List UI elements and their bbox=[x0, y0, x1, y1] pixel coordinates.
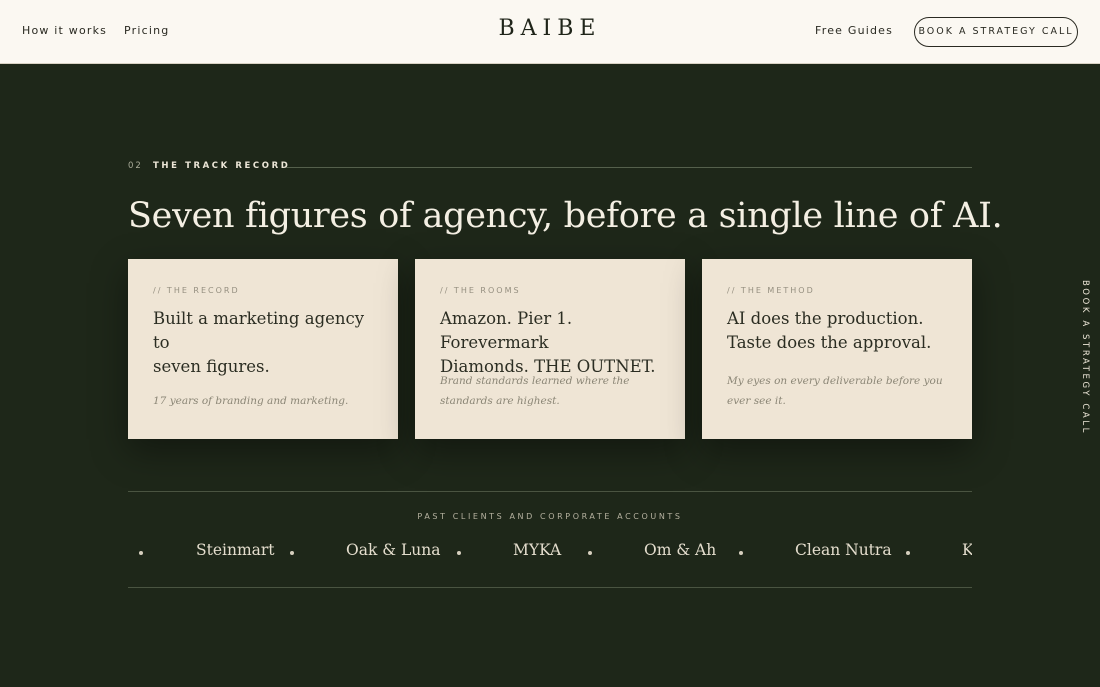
client-name: Oak & Luna bbox=[346, 541, 441, 559]
card-the-method: // THE METHOD AI does the production. Ta… bbox=[702, 259, 972, 439]
clients-bottom-divider bbox=[128, 587, 972, 588]
separator-dot bbox=[290, 551, 294, 555]
card-note: My eyes on every deliverable before you … bbox=[727, 375, 943, 407]
separator-dot bbox=[139, 551, 143, 555]
separator-dot bbox=[739, 551, 743, 555]
side-book-strategy-call-tab[interactable]: BOOK A STRATEGY CALL bbox=[1077, 280, 1091, 435]
card-note: Brand standards learned where the standa… bbox=[440, 375, 630, 407]
section-eyebrow-label: THE TRACK RECORD bbox=[153, 161, 291, 171]
clients-label: PAST CLIENTS AND CORPORATE ACCOUNTS bbox=[417, 512, 683, 521]
card-note: 17 years of branding and marketing. bbox=[153, 395, 349, 407]
site-header: How it works Pricing BAIBE Free Guides B… bbox=[0, 0, 1100, 64]
card-title-line: AI does the production. bbox=[727, 309, 924, 328]
client-name: Steinmart bbox=[196, 541, 275, 559]
client-name: Clean Nutra bbox=[795, 541, 892, 559]
client-name: Om & Ah bbox=[644, 541, 717, 559]
section-number: 02 bbox=[128, 161, 143, 171]
side-tab-label: BOOK A STRATEGY CALL bbox=[1080, 280, 1090, 436]
nav-free-guides-link[interactable]: Free Guides bbox=[815, 24, 893, 37]
card-the-record: // THE RECORD Built a marketing agency t… bbox=[128, 259, 398, 439]
client-name: K bbox=[962, 541, 972, 559]
client-name: MYKA bbox=[513, 541, 562, 559]
clients-top-divider bbox=[128, 491, 972, 492]
card-label: // THE ROOMS bbox=[440, 286, 521, 295]
eyebrow-divider bbox=[286, 167, 972, 168]
clients-marquee: Steinmart Oak & Luna MYKA Om & Ah Clean … bbox=[128, 536, 972, 570]
card-title: AI does the production. Taste does the a… bbox=[727, 307, 947, 355]
card-title-line: Built a marketing agency to bbox=[153, 309, 365, 352]
nav-pricing-link[interactable]: Pricing bbox=[124, 24, 169, 37]
nav-how-it-works-link[interactable]: How it works bbox=[22, 24, 107, 37]
section-eyebrow: 02 THE TRACK RECORD bbox=[128, 161, 972, 173]
card-title-line: Amazon. Pier 1. Forevermark bbox=[440, 309, 573, 352]
book-strategy-call-button[interactable]: BOOK A STRATEGY CALL bbox=[914, 17, 1078, 47]
card-title: Built a marketing agency to seven figure… bbox=[153, 307, 373, 379]
card-title-line: seven figures. bbox=[153, 357, 270, 376]
separator-dot bbox=[457, 551, 461, 555]
card-title-line: Taste does the approval. bbox=[727, 333, 932, 352]
separator-dot bbox=[906, 551, 910, 555]
card-label: // THE RECORD bbox=[153, 286, 240, 295]
section-headline: Seven figures of agency, before a single… bbox=[128, 196, 1003, 236]
separator-dot bbox=[588, 551, 592, 555]
card-title: Amazon. Pier 1. Forevermark Diamonds. TH… bbox=[440, 307, 660, 379]
card-the-rooms: // THE ROOMS Amazon. Pier 1. Forevermark… bbox=[415, 259, 685, 439]
card-label: // THE METHOD bbox=[727, 286, 815, 295]
